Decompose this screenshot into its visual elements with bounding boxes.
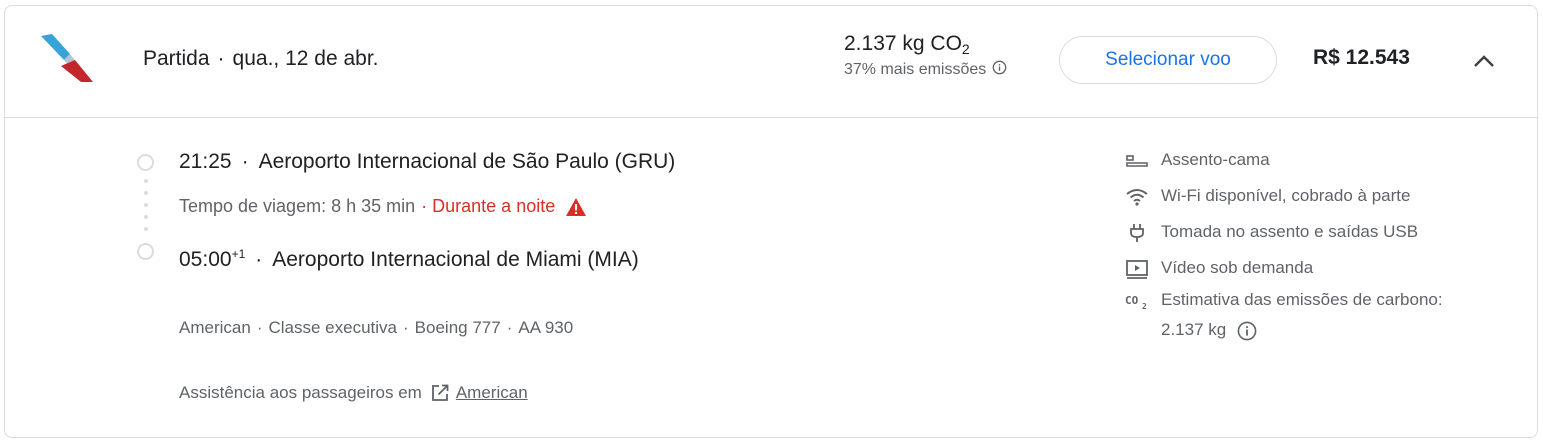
aircraft: Boeing 777 — [414, 318, 501, 337]
amenity-label: Tomada no assento e saídas USB — [1161, 222, 1419, 241]
airline-assistance-link[interactable]: American — [456, 383, 528, 403]
co2-icon: CO 2 — [1125, 285, 1151, 315]
cabin-class: Classe executiva — [268, 318, 397, 337]
separator-dot: · — [241, 150, 249, 173]
timeline-dot — [144, 191, 148, 195]
timeline-dot — [144, 215, 148, 219]
video-icon — [1125, 258, 1151, 280]
timeline-dot — [144, 203, 148, 207]
amenity-item: Tomada no assento e saídas USB — [1125, 222, 1418, 244]
select-flight-button[interactable]: Selecionar voo — [1059, 36, 1277, 84]
amenity-label: Estimativa das emissões de carbono: — [1161, 290, 1443, 309]
amenity-label: Wi-Fi disponível, cobrado à parte — [1161, 186, 1411, 205]
svg-text:2: 2 — [1142, 302, 1147, 310]
flight-title: Partida · qua., 12 de abr. — [143, 47, 379, 71]
arrival-row: 05:00+1 · Aeroporto Internacional de Miami… — [179, 247, 639, 272]
flight-card-header[interactable]: Partida · qua., 12 de abr. 2.137 kg CO2 37… — [5, 6, 1537, 118]
warning-icon — [565, 197, 587, 217]
power-plug-icon — [1125, 222, 1151, 244]
timeline-dot — [144, 179, 148, 183]
info-icon[interactable] — [1237, 321, 1257, 341]
travel-time-row: Tempo de viagem: 8 h 35 min · Durante a … — [179, 196, 587, 217]
arrival-day-offset: +1 — [231, 247, 246, 261]
carbon-estimate: Estimativa das emissões de carbono: 2.13… — [1161, 285, 1443, 345]
amenity-item: CO 2 Estimativa das emissões de carbono: … — [1125, 285, 1443, 345]
chevron-up-icon[interactable] — [1471, 48, 1497, 74]
emissions-value: 2.137 kg CO2 — [844, 32, 970, 57]
amenity-item: Vídeo sob demanda — [1125, 258, 1313, 280]
amenity-item: Assento-cama — [1125, 150, 1270, 172]
itinerary-timeline — [136, 148, 156, 260]
emissions-note: 37% mais emissões — [844, 60, 1007, 80]
airline-logo — [39, 30, 95, 86]
info-icon[interactable] — [992, 60, 1007, 80]
wifi-icon — [1125, 186, 1151, 208]
separator-dot: · — [217, 47, 225, 70]
passenger-assistance: Assistência aos passageiros em American — [179, 383, 528, 403]
emissions-summary: 2.137 kg CO2 37% mais emissões — [844, 32, 1007, 80]
departure-row: 21:25 · Aeroporto Internacional de São Pau… — [179, 150, 675, 174]
amenity-item: Wi-Fi disponível, cobrado à parte — [1125, 186, 1410, 208]
airline-name: American — [179, 318, 251, 337]
external-link-icon — [430, 383, 450, 403]
overnight-label: · Durante a noite — [421, 196, 556, 216]
arrival-time: 05:00 — [179, 248, 232, 271]
direction-label: Partida — [143, 47, 210, 70]
bed-seat-icon — [1125, 150, 1151, 172]
arrival-circle-icon — [137, 243, 154, 260]
carbon-estimate-value: 2.137 kg — [1161, 315, 1443, 345]
price: R$ 12.543 — [1313, 46, 1410, 69]
travel-time: Tempo de viagem: 8 h 35 min — [179, 196, 416, 216]
svg-text:CO: CO — [1125, 294, 1139, 307]
departure-time: 21:25 — [179, 150, 232, 173]
flight-number: AA 930 — [518, 318, 574, 337]
flight-date: qua., 12 de abr. — [232, 47, 379, 70]
separator-dot: · — [255, 248, 263, 271]
departure-circle-icon — [137, 154, 154, 171]
departure-airport: Aeroporto Internacional de São Paulo (GR… — [258, 150, 676, 173]
amenity-label: Assento-cama — [1161, 150, 1270, 169]
amenity-label: Vídeo sob demanda — [1161, 258, 1314, 277]
arrival-airport: Aeroporto Internacional de Miami (MIA) — [272, 248, 639, 271]
assistance-label: Assistência aos passageiros em — [179, 383, 422, 402]
flight-details: American · Classe executiva · Boeing 777 · AA … — [179, 318, 574, 337]
timeline-dot — [144, 227, 148, 231]
